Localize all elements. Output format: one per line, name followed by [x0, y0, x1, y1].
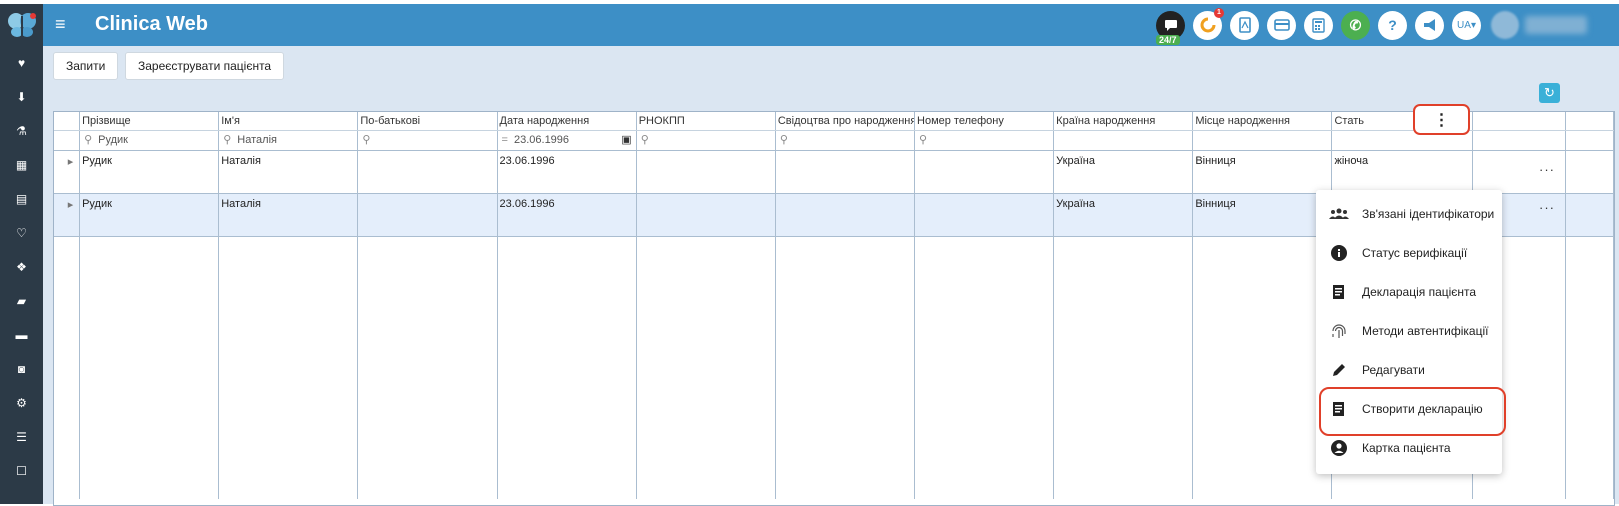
menu-item-auth-methods[interactable]: Методи автентифікації: [1316, 311, 1502, 350]
table-icon[interactable]: ☰: [0, 420, 43, 454]
app-title: Clinica Web: [95, 13, 208, 35]
declaration-icon: [1316, 284, 1362, 300]
group-icon: [1316, 208, 1362, 220]
language-label: UA: [1457, 19, 1471, 31]
col-actions: [1472, 112, 1566, 131]
folder-icon[interactable]: ▬: [0, 318, 43, 352]
top-bar: ≡ Clinica Web 24/7 1 ✆ ? UA ▾: [0, 4, 1619, 46]
fingerprint-icon: [1316, 322, 1362, 340]
note-icon[interactable]: ☐: [0, 454, 43, 488]
menu-item-linked-ids[interactable]: Зв'язані ідентифікатори: [1316, 194, 1502, 233]
gold-icon[interactable]: 1: [1193, 7, 1224, 40]
search-icon: ⚲: [640, 134, 649, 146]
col-country[interactable]: Країна народження: [1053, 112, 1194, 131]
megaphone-icon[interactable]: [1415, 10, 1444, 40]
filter-name[interactable]: ⚲ Наталія: [218, 130, 359, 151]
search-icon: ⚲: [223, 134, 232, 146]
search-icon: ⚲: [919, 134, 928, 146]
info-icon: [1316, 244, 1362, 261]
help-icon[interactable]: ?: [1378, 10, 1407, 40]
col-birth-place[interactable]: Місце народження: [1192, 112, 1333, 131]
book-icon[interactable]: ▰: [0, 284, 43, 318]
col-more: [1565, 112, 1615, 131]
phone-icon[interactable]: ✆: [1341, 10, 1370, 40]
expand-arrow-icon[interactable]: ▸: [54, 150, 81, 194]
avatar: [1491, 11, 1519, 39]
calculator-icon[interactable]: [1304, 10, 1333, 40]
butterfly-logo-icon: [7, 13, 36, 37]
row-actions-kebab-icon[interactable]: ⋮: [1413, 104, 1470, 135]
col-phone[interactable]: Номер телефону: [914, 112, 1055, 131]
col-surname[interactable]: Прізвище: [79, 112, 220, 131]
date-operator[interactable]: =: [502, 131, 508, 150]
register-patient-button[interactable]: Зареєструвати пацієнта: [125, 52, 285, 80]
menu-item-create-declaration[interactable]: Створити декларацію: [1316, 389, 1502, 428]
expand-header: [54, 112, 81, 131]
col-certificate[interactable]: Свідоцтва про народження: [775, 112, 916, 131]
app-logo[interactable]: [0, 4, 43, 46]
search-icon: ⚲: [779, 134, 788, 146]
filter-surname[interactable]: ⚲ Рудик: [79, 130, 220, 151]
col-tax-id[interactable]: РНОКПП: [636, 112, 776, 131]
calendar-picker-icon[interactable]: ▣: [621, 131, 631, 150]
cogs-icon[interactable]: ⚙: [0, 386, 43, 420]
sidebar: ♥ ⬇ ⚗ ▦ ▤ ♡ ❖ ▰ ▬ ◙ ⚙ ☰ ☐: [0, 46, 43, 504]
filter-tax-id[interactable]: ⚲: [636, 130, 776, 151]
requests-button[interactable]: Запити: [53, 52, 119, 80]
expand-arrow-icon[interactable]: ▸: [54, 193, 81, 237]
account-icon: [1316, 439, 1362, 456]
heartbeat-icon[interactable]: ♡: [0, 216, 43, 250]
filter-country[interactable]: [1053, 130, 1194, 151]
menu-item-patient-card[interactable]: Картка пацієнта: [1316, 428, 1502, 467]
menu-toggle-icon[interactable]: ≡: [55, 14, 66, 34]
card-icon[interactable]: [1267, 10, 1296, 40]
user-name-blurred: [1525, 16, 1587, 34]
filter-birth-date[interactable]: = 23.06.1996 ▣: [497, 130, 637, 151]
money-icon[interactable]: ◙: [0, 352, 43, 386]
row-more-icon[interactable]: ···: [1539, 200, 1555, 215]
search-icon: ⚲: [84, 134, 93, 146]
notify-count: 1: [1214, 7, 1224, 18]
col-patronymic[interactable]: По-батькові: [357, 112, 498, 131]
top-icons: 24/7 1 ✆ ? UA ▾: [1156, 7, 1596, 45]
menu-item-edit[interactable]: Редагувати: [1316, 350, 1502, 389]
flask-icon[interactable]: ⚗: [0, 114, 43, 148]
pdf-icon[interactable]: [1230, 10, 1259, 40]
filter-certificate[interactable]: ⚲: [775, 130, 916, 151]
pencil-icon: [1316, 362, 1362, 378]
support-badge: 24/7: [1156, 34, 1180, 45]
menu-item-patient-declaration[interactable]: Декларація пацієнта: [1316, 272, 1502, 311]
row-context-menu: Зв'язані ідентифікатори Статус верифікац…: [1316, 190, 1502, 474]
download-icon[interactable]: ⬇: [0, 80, 43, 114]
heart-icon[interactable]: ♥: [0, 46, 43, 80]
document-icon[interactable]: ▤: [0, 182, 43, 216]
create-declaration-icon: [1316, 401, 1362, 417]
filter-phone[interactable]: ⚲: [914, 130, 1055, 151]
filter-birth-place[interactable]: [1192, 130, 1333, 151]
chat-icon[interactable]: 24/7: [1156, 10, 1185, 45]
row-more-icon[interactable]: ···: [1539, 162, 1555, 177]
refresh-icon[interactable]: ↻: [1539, 83, 1560, 103]
filter-patronymic[interactable]: ⚲: [357, 130, 498, 151]
col-name[interactable]: Ім'я: [218, 112, 359, 131]
menu-item-verification-status[interactable]: Статус верифікації: [1316, 233, 1502, 272]
search-icon: ⚲: [362, 134, 371, 146]
table-row[interactable]: ▸ Рудик Наталія 23.06.1996 Україна Вінни…: [54, 150, 1615, 194]
calendar-icon[interactable]: ▦: [0, 148, 43, 182]
cubes-icon[interactable]: ❖: [0, 250, 43, 284]
language-selector[interactable]: UA ▾: [1452, 10, 1481, 40]
col-birth-date[interactable]: Дата народження: [497, 112, 637, 131]
user-profile[interactable]: [1491, 11, 1596, 39]
